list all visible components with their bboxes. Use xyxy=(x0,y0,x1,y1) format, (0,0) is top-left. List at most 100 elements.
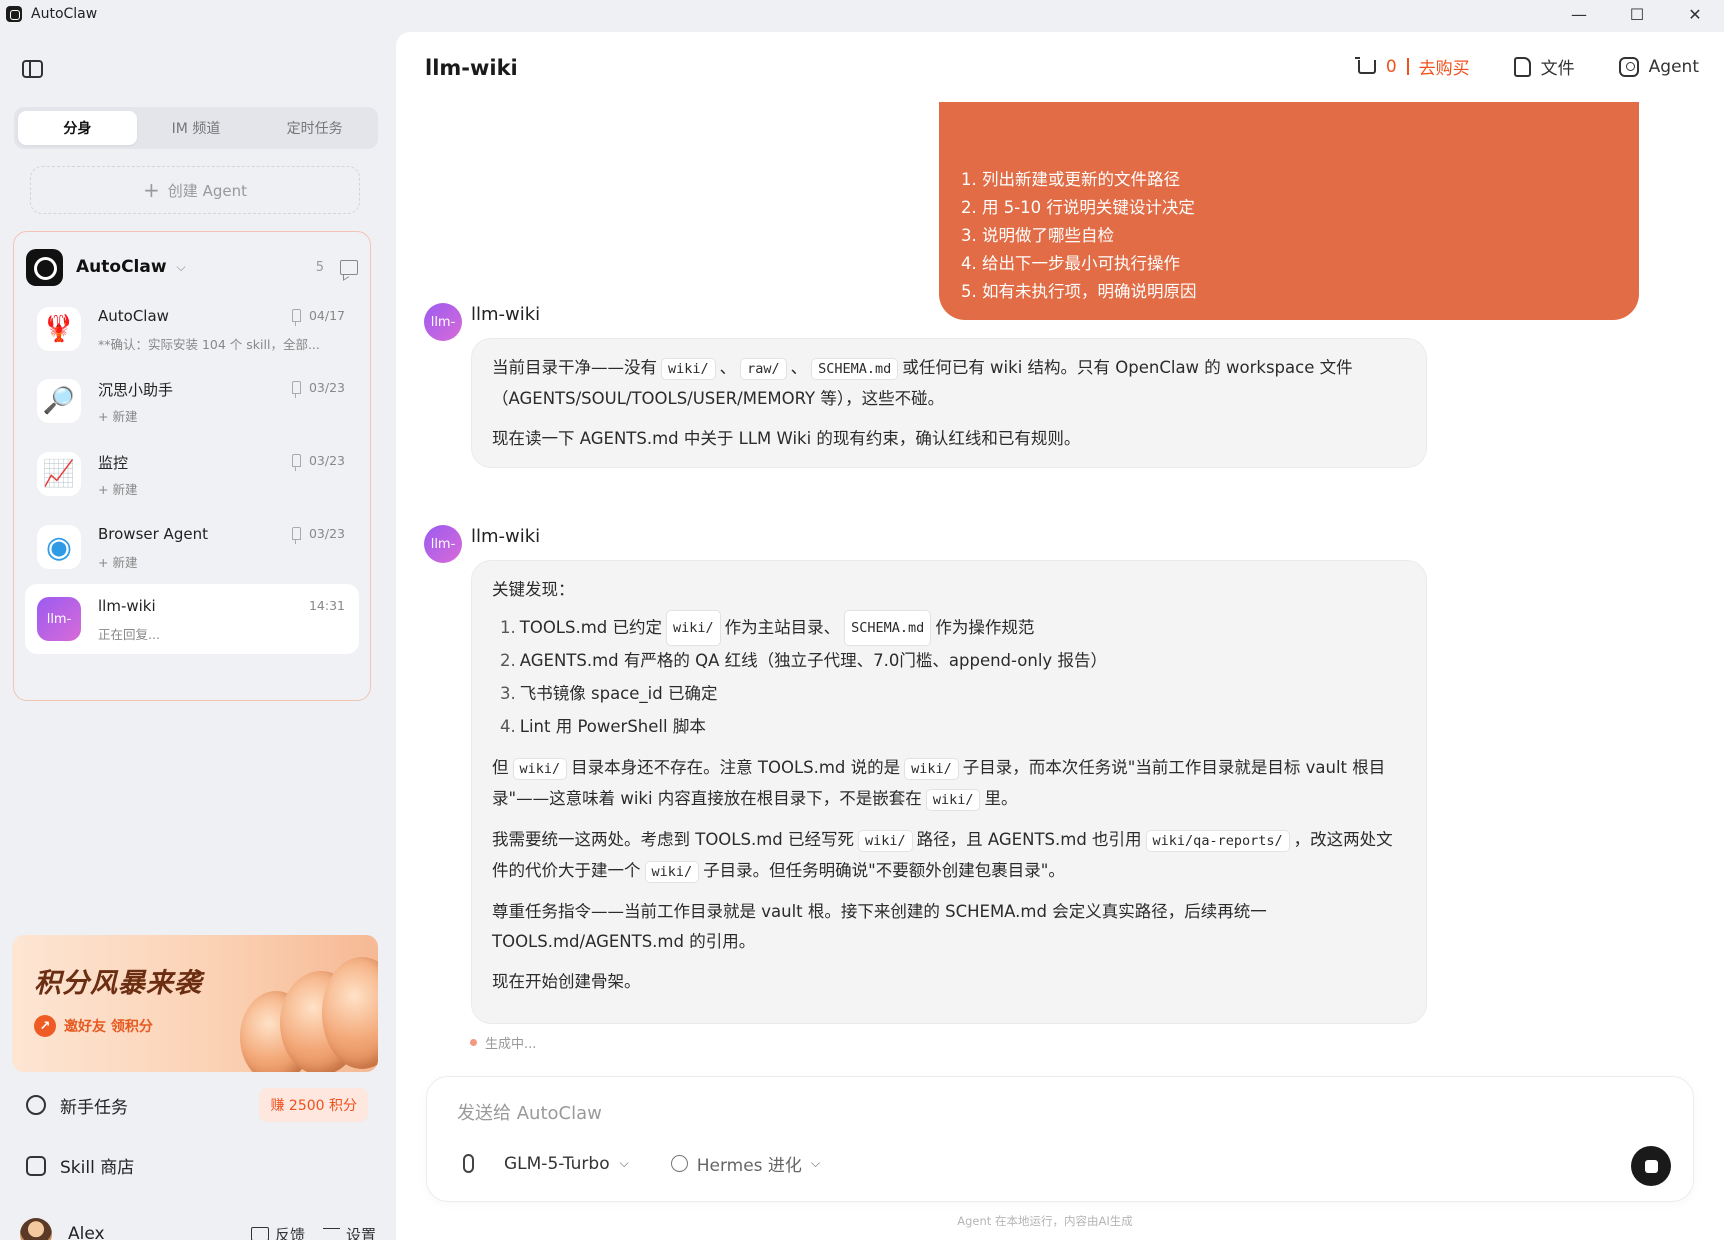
agent-button[interactable]: Agent xyxy=(1618,56,1699,77)
buy-link[interactable]: 去购买 xyxy=(1419,54,1470,79)
mail-icon xyxy=(250,1227,269,1240)
agent-text: AutoClaw **确认：实际安装 104 个 skill，全部... 04/… xyxy=(98,304,359,354)
bot-avatar: llm- xyxy=(424,303,462,341)
page-title: llm-wiki xyxy=(425,56,518,80)
message-paragraph: 我需要统一这两处。考虑到 TOOLS.md 已经写死 wiki/路径，且 AGEN… xyxy=(492,825,1406,887)
text: 、 xyxy=(790,358,808,377)
browser-icon: ◉ xyxy=(37,525,81,569)
promo-title: 积分风暴来袭 xyxy=(34,968,202,999)
user-row: Alex 反馈 设置 xyxy=(20,1214,376,1240)
maximize-button[interactable]: ☐ xyxy=(1608,0,1666,28)
agent-date: 03/23 xyxy=(308,526,345,541)
text: 我需要统一这两处。考虑到 TOOLS.md 已经写死 xyxy=(492,830,855,849)
inline-code: wiki/ xyxy=(858,830,913,852)
pin-icon xyxy=(292,454,301,471)
attach-icon[interactable] xyxy=(463,1154,474,1173)
tab-im-channels[interactable]: IM 频道 xyxy=(137,111,256,145)
status-text: 生成中... xyxy=(485,1037,537,1052)
bot-avatar: llm- xyxy=(424,525,462,563)
file-icon xyxy=(1513,56,1531,77)
mode-name: Hermes 进化 xyxy=(696,1156,802,1176)
inline-code: wiki/qa-reports/ xyxy=(1145,830,1290,852)
chat-icon[interactable] xyxy=(340,259,358,275)
inline-code: wiki/ xyxy=(666,609,721,646)
agent-text: Browser Agent + 新建 03/23 xyxy=(98,522,359,572)
message-paragraph: 关键发现： xyxy=(492,580,575,599)
cart-button[interactable]: 0 去购买 xyxy=(1354,54,1470,79)
agent-date: 14:31 xyxy=(308,598,345,613)
avatar[interactable] xyxy=(20,1218,52,1240)
pin-icon xyxy=(292,381,301,398)
sidebar-toggle-icon[interactable] xyxy=(22,60,43,78)
tab-scheduled-tasks[interactable]: 定时任务 xyxy=(255,111,374,145)
composer-toolbar: GLM-5-Turbo ⌵ Hermes 进化 ⌵ xyxy=(463,1151,820,1176)
inline-code: raw/ xyxy=(740,358,787,380)
agent-subtitle: 正在回复... xyxy=(98,627,160,642)
agent-text: llm-wiki 正在回复... 14:31 xyxy=(98,594,359,644)
mode-select[interactable]: Hermes 进化 ⌵ xyxy=(670,1151,820,1176)
list-number: 2. xyxy=(500,650,516,670)
feedback-button[interactable]: 反馈 xyxy=(250,1224,305,1240)
text: 、 xyxy=(719,358,737,377)
settings-label: 设置 xyxy=(345,1225,376,1240)
chevron-down-icon: ⌵ xyxy=(619,1156,629,1170)
chevron-down-icon[interactable]: ⌵ xyxy=(177,260,186,275)
evolve-icon xyxy=(670,1155,688,1172)
settings-button[interactable]: 设置 xyxy=(322,1224,376,1240)
agent-item-llm-wiki[interactable]: llm- llm-wiki 正在回复... 14:31 xyxy=(25,584,359,654)
window-controls: — ☐ ✕ xyxy=(1550,0,1724,28)
text: 飞书镜像 space_id 已确定 xyxy=(519,683,718,703)
list-number: 1. xyxy=(500,617,516,637)
agent-group-name: AutoClaw xyxy=(76,257,167,277)
sidebar: 分身 IM 频道 定时任务 + 创建 Agent AutoClaw ⌵ 5 🦞 … xyxy=(0,28,396,1240)
message-composer: GLM-5-Turbo ⌵ Hermes 进化 ⌵ xyxy=(426,1076,1694,1202)
message-input[interactable] xyxy=(457,1095,1357,1131)
tab-avatars[interactable]: 分身 xyxy=(18,111,137,145)
agent-title: llm-wiki xyxy=(98,597,156,615)
agent-item-browser-agent[interactable]: ◉ Browser Agent + 新建 03/23 xyxy=(25,514,359,580)
text: 但 xyxy=(492,758,509,777)
promo-invite-link[interactable]: ↗ 邀好友 领积分 xyxy=(34,1015,153,1037)
user-actions: 反馈 设置 xyxy=(250,1224,376,1240)
inline-code: SCHEMA.md xyxy=(811,358,899,380)
skill-store-row[interactable]: Skill 商店 xyxy=(26,1153,134,1178)
generating-status: 生成中... xyxy=(470,1033,536,1052)
text: AGENTS.md 有严格的 QA 红线（独立子代理、7.0门槛、append-… xyxy=(519,650,1107,670)
model-select[interactable]: GLM-5-Turbo ⌵ xyxy=(504,1154,629,1174)
stop-button[interactable] xyxy=(1631,1146,1671,1186)
agent-date: 04/17 xyxy=(308,308,345,323)
agent-group-header[interactable]: AutoClaw ⌵ 5 xyxy=(26,248,358,286)
files-button[interactable]: 文件 xyxy=(1513,54,1575,79)
reward-badge: 赚 2500 积分 xyxy=(259,1088,368,1122)
stop-icon xyxy=(1644,1159,1658,1173)
promo-banner[interactable]: 积分风暴来袭 ↗ 邀好友 领积分 xyxy=(12,935,378,1072)
pin-icon xyxy=(292,527,301,544)
agent-date: 03/23 xyxy=(308,453,345,468)
skill-store-label: Skill 商店 xyxy=(60,1158,135,1178)
bot-name: llm-wiki xyxy=(471,304,541,325)
create-agent-button[interactable]: + 创建 Agent xyxy=(30,166,360,214)
text: 子目录。但任务明确说"不要额外创建包裹目录"。 xyxy=(703,861,1065,880)
agent-text: 沉思小助手 + 新建 03/23 xyxy=(98,376,359,426)
user-message-bubble: 1. 列出新建或更新的文件路径 2. 用 5-10 行说明关键设计决定 3. 说… xyxy=(939,102,1639,320)
agent-item-monitor[interactable]: 📈 监控 + 新建 03/23 xyxy=(25,441,359,507)
text: TOOLS.md 已约定 xyxy=(519,617,663,637)
beginner-task-row[interactable]: 新手任务 赚 2500 积分 xyxy=(26,1087,368,1123)
agent-item-autoclaw[interactable]: 🦞 AutoClaw **确认：实际安装 104 个 skill，全部... 0… xyxy=(25,296,359,362)
user-message-line: 2. 用 5-10 行说明关键设计决定 xyxy=(961,198,1195,217)
chart-icon: 📈 xyxy=(37,452,81,496)
close-button[interactable]: ✕ xyxy=(1666,0,1724,28)
cart-icon xyxy=(1354,56,1376,74)
list-item: 3. 飞书镜像 space_id 已确定 xyxy=(500,677,1406,710)
chat-panel: llm-wiki 0 去购买 文件 Agent 1. 列出新建或更新的文件路径 … xyxy=(396,32,1724,1240)
minimize-button[interactable]: — xyxy=(1550,0,1608,28)
agent-item-thinker[interactable]: 🔎 沉思小助手 + 新建 03/23 xyxy=(25,368,359,434)
magnifier-icon: 🔎 xyxy=(37,379,81,423)
create-agent-label: 创建 Agent xyxy=(167,181,247,200)
model-name: GLM-5-Turbo xyxy=(504,1153,610,1174)
agent-title: AutoClaw xyxy=(98,307,169,325)
window-title: AutoClaw xyxy=(31,6,98,22)
inline-code: wiki/ xyxy=(512,758,568,780)
pin-icon xyxy=(292,309,301,326)
agent-title: Browser Agent xyxy=(98,525,208,543)
